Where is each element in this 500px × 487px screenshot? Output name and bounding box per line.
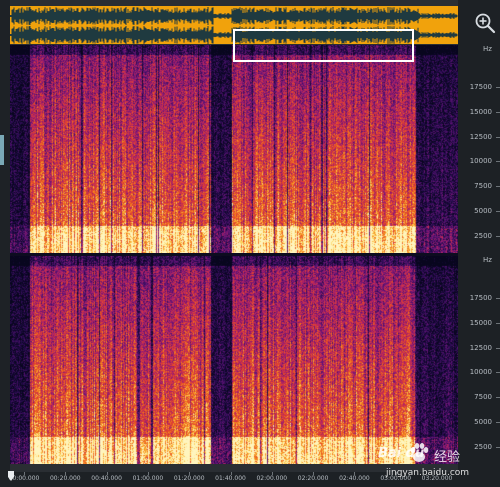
ruler-channel-1: Hz 17500 15000 12500 10000 7500 5000 2500 (458, 45, 500, 253)
zoom-in-icon (475, 13, 496, 34)
playhead-marker[interactable] (8, 466, 14, 481)
watermark-url: jingyan.baidu.com (386, 468, 470, 478)
time-tick-mark (147, 472, 149, 475)
spectrogram-channel-1[interactable] (10, 45, 458, 253)
frequency-tick-label: 12500 (469, 343, 492, 352)
frequency-tick-label: 17500 (469, 83, 492, 91)
frequency-tick-mark (496, 111, 500, 113)
time-tick-label: 01:40.000 (215, 475, 246, 482)
selection-rectangle[interactable] (233, 29, 414, 62)
time-tick-label: 00:20.000 (49, 475, 81, 482)
playhead-icon (8, 471, 14, 481)
frequency-ruler: Hz 17500 15000 12500 10000 7500 5000 2500 Hz 1… (458, 0, 500, 487)
watermark-brand: Bai du (378, 446, 425, 461)
ruler-channel-2: Hz 17500 15000 12500 10000 7500 5000 2500 (458, 256, 500, 464)
frequency-tick-mark (496, 347, 500, 349)
spectrogram-canvas-2 (10, 256, 458, 464)
frequency-tick-label: 12500 (469, 132, 492, 141)
time-tick-label: 02:20.000 (297, 475, 329, 482)
frequency-tick-label: 2500 (474, 231, 492, 240)
time-tick-mark (65, 472, 67, 475)
frequency-tick-mark (496, 211, 500, 212)
frequency-tick-mark (496, 298, 500, 299)
frequency-tick-label: 10000 (469, 157, 492, 166)
time-tick-label: 02:00.000 (256, 475, 288, 482)
time-tick-mark (230, 472, 232, 475)
frequency-tick-label: 15000 (469, 107, 492, 116)
left-scroll-marker[interactable] (0, 135, 4, 165)
spectrogram-channel-2[interactable] (10, 256, 458, 464)
time-tick-mark (189, 472, 191, 475)
left-edge-panel (0, 0, 10, 487)
time-tick-label: 01:00.000 (132, 475, 164, 482)
frequency-tick-mark (496, 235, 500, 237)
time-tick-mark (354, 472, 356, 475)
time-tick-mark (313, 472, 315, 475)
frequency-tick-mark (496, 87, 500, 88)
frequency-tick-label: 7500 (474, 182, 492, 191)
frequency-tick-mark (496, 322, 500, 324)
frequency-tick-label: 17500 (469, 294, 492, 302)
time-tick-label: 01:20.000 (173, 475, 205, 482)
frequency-tick-mark (496, 186, 500, 188)
frequency-tick-mark (496, 136, 500, 138)
time-tick-mark (24, 472, 25, 475)
spectrogram-canvas-1 (10, 45, 458, 253)
time-tick-label: 02:40.000 (339, 475, 370, 482)
watermark-suffix: 经验 (434, 450, 461, 465)
time-tick-mark (106, 472, 108, 475)
time-tick-mark (271, 472, 273, 475)
time-tick-label: 00:40.000 (91, 475, 122, 482)
frequency-tick-mark (496, 372, 500, 374)
frequency-tick-mark (496, 161, 500, 163)
hz-unit-label: Hz (483, 45, 492, 53)
frequency-tick-mark (496, 397, 500, 399)
frequency-tick-label: 10000 (469, 368, 492, 377)
frequency-tick-mark (496, 422, 500, 423)
zoom-in-button[interactable] (474, 12, 496, 34)
frequency-tick-label: 5000 (474, 418, 492, 426)
hz-unit-label: Hz (483, 256, 492, 264)
frequency-tick-label: 5000 (474, 207, 492, 215)
frequency-tick-label: 7500 (474, 393, 492, 402)
frequency-tick-label: 15000 (469, 318, 492, 327)
baidu-watermark: Bai du 经验 jingyan.baidu.com (378, 440, 498, 486)
